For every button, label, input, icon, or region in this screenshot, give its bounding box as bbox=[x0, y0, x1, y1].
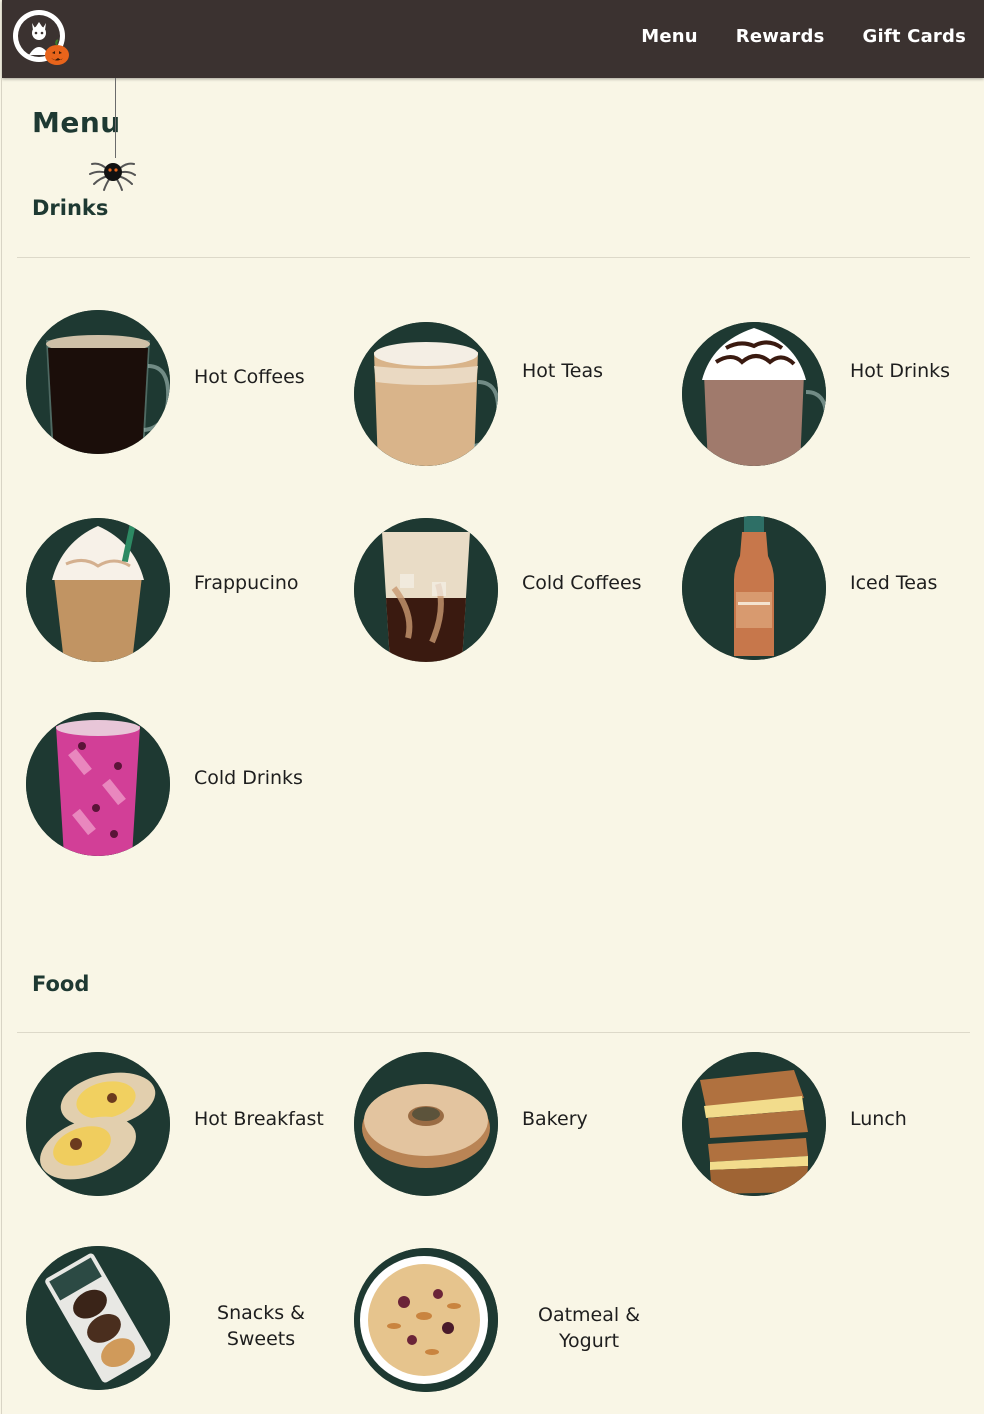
nav-menu-link[interactable]: Menu bbox=[641, 26, 698, 47]
page-title: Menu bbox=[32, 106, 121, 139]
category-hot-drinks[interactable]: Hot Drinks bbox=[682, 322, 982, 466]
oatmeal-bowl-icon bbox=[354, 1248, 498, 1392]
category-bakery[interactable]: Bakery bbox=[354, 1052, 654, 1196]
top-navigation-bar: Menu Rewards Gift Cards bbox=[2, 0, 984, 78]
hot-coffee-mug-icon bbox=[26, 310, 170, 454]
iced-coffee-glass-icon bbox=[354, 518, 498, 662]
category-hot-breakfast[interactable]: Hot Breakfast bbox=[26, 1052, 326, 1196]
category-label: Bakery bbox=[522, 1108, 588, 1130]
category-label: Lunch bbox=[850, 1108, 907, 1130]
category-cold-coffees[interactable]: Cold Coffees bbox=[354, 518, 654, 662]
bagel-icon bbox=[354, 1052, 498, 1196]
grilled-sandwich-icon bbox=[682, 1052, 826, 1196]
nav-rewards-link[interactable]: Rewards bbox=[736, 26, 825, 47]
category-label: Snacks & Sweets bbox=[217, 1302, 305, 1350]
category-label: Hot Coffees bbox=[194, 366, 305, 388]
nav-gift-cards-link[interactable]: Gift Cards bbox=[863, 26, 966, 47]
category-label: Frappucino bbox=[194, 572, 299, 594]
category-label: Cold Drinks bbox=[194, 767, 303, 789]
left-border bbox=[1, 78, 2, 1414]
category-iced-teas[interactable]: Iced Teas bbox=[682, 516, 982, 660]
iced-tea-bottle-icon bbox=[682, 516, 826, 660]
category-lunch[interactable]: Lunch bbox=[682, 1052, 982, 1196]
drinks-divider bbox=[17, 257, 970, 258]
madeleines-pack-icon bbox=[26, 1246, 170, 1390]
category-frappucino[interactable]: Frappucino bbox=[26, 518, 326, 662]
spider-thread bbox=[115, 78, 116, 158]
category-label: Hot Drinks bbox=[850, 360, 951, 382]
spider-icon bbox=[88, 150, 136, 192]
category-hot-coffees[interactable]: Hot Coffees bbox=[26, 310, 326, 454]
starbucks-logo-icon[interactable] bbox=[12, 9, 70, 67]
frappuccino-cup-icon bbox=[26, 518, 170, 662]
category-cold-drinks[interactable]: Cold Drinks bbox=[26, 712, 326, 856]
food-heading: Food bbox=[32, 972, 90, 996]
hot-tea-latte-mug-icon bbox=[354, 322, 498, 466]
category-label: Oatmeal & Yogurt bbox=[537, 1304, 641, 1352]
drinks-heading: Drinks bbox=[32, 196, 109, 220]
main-nav: Menu Rewards Gift Cards bbox=[641, 26, 966, 47]
category-hot-teas[interactable]: Hot Teas bbox=[354, 322, 654, 466]
food-divider bbox=[17, 1032, 970, 1033]
category-oatmeal-yogurt[interactable]: Oatmeal & Yogurt bbox=[354, 1248, 654, 1392]
breakfast-wrap-icon bbox=[26, 1052, 170, 1196]
category-label: Cold Coffees bbox=[522, 572, 642, 594]
category-label: Hot Teas bbox=[522, 360, 604, 382]
hot-chocolate-whipped-icon bbox=[682, 322, 826, 466]
category-label: Hot Breakfast bbox=[194, 1108, 324, 1130]
category-label: Iced Teas bbox=[850, 572, 938, 594]
category-snacks-sweets[interactable]: Snacks & Sweets bbox=[26, 1246, 326, 1390]
pink-refresher-glass-icon bbox=[26, 712, 170, 856]
